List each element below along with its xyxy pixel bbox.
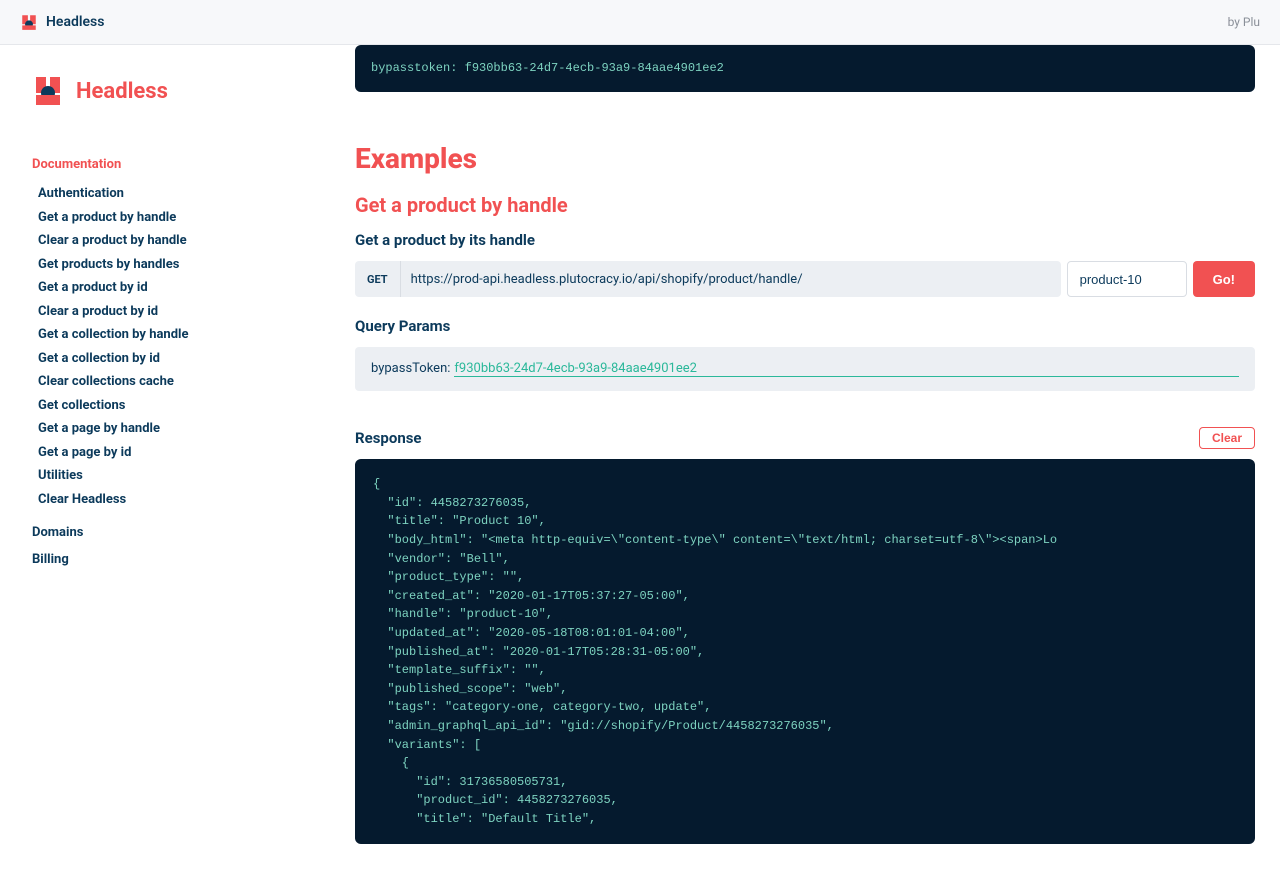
- query-params-heading: Query Params: [355, 317, 1255, 335]
- sidebar-brand-title: Headless: [76, 79, 168, 104]
- nav-item[interactable]: Clear a product by id: [38, 300, 303, 324]
- nav-billing[interactable]: Billing: [32, 552, 303, 567]
- endpoint-url: https://prod-api.headless.plutocracy.io/…: [401, 272, 813, 287]
- nav-item[interactable]: Get a collection by id: [38, 347, 303, 371]
- clear-button[interactable]: Clear: [1199, 427, 1255, 449]
- nav-item[interactable]: Clear collections cache: [38, 370, 303, 394]
- nav-item[interactable]: Get collections: [38, 394, 303, 418]
- nav-item[interactable]: Utilities: [38, 464, 303, 488]
- endpoint-subheading: Get a product by its handle: [355, 231, 1255, 249]
- nav-domains[interactable]: Domains: [32, 525, 303, 540]
- param-key: bypassToken:: [371, 361, 450, 376]
- top-code-snippet: bypasstoken: f930bb63-24d7-4ecb-93a9-84a…: [355, 45, 1255, 92]
- nav-item[interactable]: Get a product by id: [38, 276, 303, 300]
- headless-logo-icon: [32, 75, 64, 107]
- nav-list: Authentication Get a product by handle C…: [38, 182, 303, 511]
- nav-item[interactable]: Clear Headless: [38, 488, 303, 512]
- request-row: GET https://prod-api.headless.plutocracy…: [355, 261, 1255, 297]
- response-header: Response Clear: [355, 427, 1255, 449]
- headless-logo-icon: [20, 13, 38, 31]
- examples-heading: Examples: [355, 142, 1255, 175]
- nav-section-documentation[interactable]: Documentation: [32, 157, 303, 172]
- topbar-left: Headless: [20, 13, 104, 31]
- handle-input[interactable]: [1067, 261, 1187, 297]
- nav-item[interactable]: Get a collection by handle: [38, 323, 303, 347]
- sidebar: Headless Documentation Authentication Ge…: [0, 45, 335, 884]
- topbar-byline: by Plu: [1228, 15, 1260, 29]
- response-body: { "id": 4458273276035, "title": "Product…: [355, 459, 1255, 844]
- nav-item[interactable]: Get products by handles: [38, 253, 303, 277]
- main-content: bypasstoken: f930bb63-24d7-4ecb-93a9-84a…: [335, 45, 1275, 884]
- url-box: GET https://prod-api.headless.plutocracy…: [355, 261, 1061, 297]
- nav-item[interactable]: Authentication: [38, 182, 303, 206]
- sidebar-brand[interactable]: Headless: [32, 75, 303, 107]
- param-value[interactable]: f930bb63-24d7-4ecb-93a9-84aae4901ee2: [454, 361, 1239, 377]
- topbar-title: Headless: [46, 14, 104, 30]
- nav-item[interactable]: Get a page by handle: [38, 417, 303, 441]
- response-heading: Response: [355, 429, 422, 447]
- http-method: GET: [355, 261, 401, 297]
- go-button[interactable]: Go!: [1193, 261, 1255, 297]
- nav-item[interactable]: Get a product by handle: [38, 206, 303, 230]
- nav-item[interactable]: Clear a product by handle: [38, 229, 303, 253]
- topbar: Headless by Plu: [0, 0, 1280, 45]
- query-params-box: bypassToken: f930bb63-24d7-4ecb-93a9-84a…: [355, 347, 1255, 391]
- nav-item[interactable]: Get a page by id: [38, 441, 303, 465]
- endpoint-heading: Get a product by handle: [355, 193, 1255, 217]
